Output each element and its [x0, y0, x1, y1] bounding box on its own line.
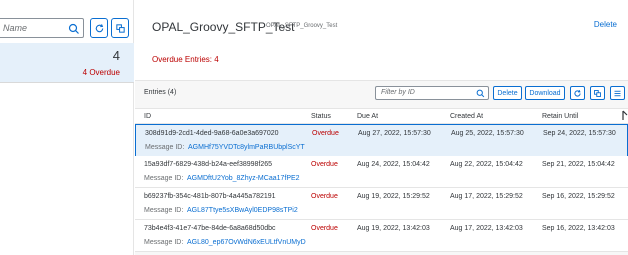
- row-status: Overdue: [311, 225, 338, 232]
- table-row[interactable]: 15a93df7-6829-438d-b24a-eef38998f265 Ove…: [135, 156, 628, 188]
- table-row[interactable]: 73b4e4f3-41e7-47be-84de-6a8a68d50dbc Ove…: [135, 220, 628, 252]
- master-toolbar: Name: [0, 18, 134, 40]
- row-id: b69237fb-354c-481b-807b-4a445a782191: [144, 193, 276, 200]
- row-status: Overdue: [312, 130, 339, 137]
- master-list-item-selected[interactable]: 4 4 Overdue: [0, 43, 134, 83]
- refresh-icon: [574, 89, 581, 97]
- entries-section: Entries (4) Filter by ID Delete Download…: [135, 81, 628, 255]
- header-delete-button[interactable]: Delete: [594, 20, 617, 29]
- sort-button[interactable]: [111, 18, 129, 38]
- message-id-label: Message ID:: [144, 207, 184, 214]
- column-header-due-at[interactable]: Due At: [357, 113, 378, 120]
- row-retain-until: Sep 21, 2022, 15:04:42: [542, 161, 615, 168]
- table-sort-button[interactable]: [590, 86, 605, 100]
- table-settings-button[interactable]: [610, 86, 625, 100]
- table-delete-button[interactable]: Delete: [493, 86, 522, 100]
- master-search-input[interactable]: Name: [0, 18, 84, 38]
- row-status: Overdue: [311, 161, 338, 168]
- refresh-button[interactable]: [90, 18, 108, 38]
- row-due-at: Aug 24, 2022, 15:04:42: [357, 161, 430, 168]
- detail-panel: OPAL_Groovy_SFTP_Test OPAL_SFTP_Groovy_T…: [135, 0, 628, 255]
- filter-input[interactable]: Filter by ID: [375, 86, 489, 100]
- row-created-at: Aug 17, 2022, 15:29:52: [450, 193, 523, 200]
- row-id: 73b4e4f3-41e7-47be-84de-6a8a68d50dbc: [144, 225, 276, 232]
- page-subtitle: OPAL_SFTP_Groovy_Test: [266, 23, 338, 29]
- overdue-status: 4 Overdue: [82, 68, 120, 77]
- row-id: 15a93df7-6829-438d-b24a-eef38998f265: [144, 161, 273, 168]
- master-search-placeholder: Name: [3, 23, 28, 33]
- row-status: Overdue: [311, 193, 338, 200]
- table-row[interactable]: b69237fb-354c-481b-807b-4a445a782191 Ove…: [135, 188, 628, 220]
- message-id-link[interactable]: AGMHf75YVDTc8ylmPaRBUbplScYT: [188, 144, 305, 151]
- table-row[interactable]: 308d91d9-2cd1-4ded-9a68-6a0e3a697020 Ove…: [135, 124, 628, 156]
- filter-placeholder: Filter by ID: [381, 89, 415, 96]
- row-due-at: Aug 19, 2022, 15:29:52: [357, 193, 430, 200]
- column-header-status[interactable]: Status: [311, 113, 331, 120]
- filter-search-icon[interactable]: [476, 89, 485, 98]
- entries-label: Entries (4): [144, 89, 177, 96]
- row-due-at: Aug 27, 2022, 15:57:30: [358, 130, 431, 137]
- message-id-link[interactable]: AGL80_ep67OvWdN6xEULtfVnUMyD: [187, 239, 306, 246]
- search-icon[interactable]: [68, 23, 80, 35]
- row-created-at: Aug 25, 2022, 15:57:30: [451, 130, 524, 137]
- app-frame: Name 4 4 Overdue OPAL_Groovy_SFTP_Test O…: [0, 0, 628, 255]
- column-header-id[interactable]: ID: [144, 113, 151, 120]
- entry-count: 4: [112, 48, 120, 63]
- row-created-at: Aug 17, 2022, 13:42:03: [450, 225, 523, 232]
- message-id-label: Message ID:: [144, 175, 184, 182]
- download-button[interactable]: Download: [525, 86, 565, 100]
- row-retain-until: Sep 16, 2022, 13:42:03: [542, 225, 615, 232]
- column-header-retain-until[interactable]: Retain Until: [542, 113, 578, 120]
- table-header: ID Status Due At Created At Retain Until: [135, 108, 628, 124]
- table-refresh-button[interactable]: [570, 86, 585, 100]
- message-id-link[interactable]: AGMDftU2Yob_8Zhyz-MCaa17fPE2: [187, 175, 300, 182]
- table-settings-icon: [614, 90, 621, 96]
- row-retain-until: Sep 24, 2022, 15:57:30: [543, 130, 616, 137]
- row-created-at: Aug 22, 2022, 15:04:42: [450, 161, 523, 168]
- row-retain-until: Sep 16, 2022, 15:29:52: [542, 193, 615, 200]
- message-id-label: Message ID:: [145, 144, 185, 151]
- row-id: 308d91d9-2cd1-4ded-9a68-6a0e3a697020: [145, 130, 279, 137]
- column-header-created-at[interactable]: Created At: [450, 113, 483, 120]
- message-id-link[interactable]: AGL87Ttye5sXBwAyl0EDP98sTPi2: [187, 207, 298, 214]
- message-id-label: Message ID:: [144, 239, 184, 246]
- row-due-at: Aug 19, 2022, 13:42:03: [357, 225, 430, 232]
- sort-icon: [594, 89, 601, 97]
- refresh-icon: [95, 23, 103, 32]
- mouse-cursor-icon: [622, 110, 628, 120]
- master-panel: Name 4 4 Overdue: [0, 0, 134, 255]
- overdue-entries-text: Overdue Entries: 4: [152, 55, 219, 64]
- sort-icon: [115, 23, 125, 33]
